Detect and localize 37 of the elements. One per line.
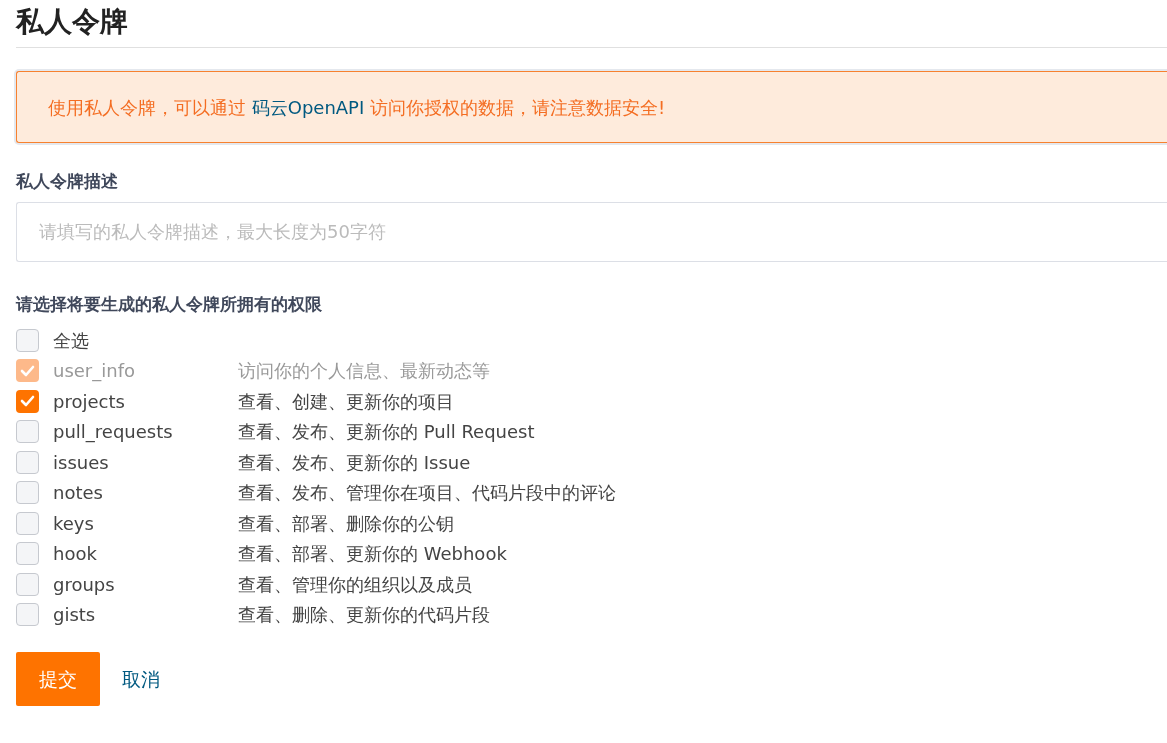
permission-description: 查看、创建、更新你的项目 bbox=[238, 389, 454, 414]
permission-description: 查看、发布、更新你的 Issue bbox=[238, 450, 471, 475]
checkbox[interactable] bbox=[16, 389, 39, 413]
permission-description: 查看、部署、更新你的 Webhook bbox=[238, 542, 507, 567]
checkbox[interactable] bbox=[16, 420, 39, 444]
permission-description: 访问你的个人信息、最新动态等 bbox=[238, 359, 490, 384]
checkbox[interactable] bbox=[16, 450, 39, 474]
permission-name: projects bbox=[53, 389, 126, 414]
notice-text: 使用私人令牌，可以通过 码云OpenAPI 访问你授权的数据，请注意数据安全! bbox=[48, 95, 666, 120]
permission-description: 查看、管理你的组织以及成员 bbox=[238, 572, 472, 597]
permission-name: keys bbox=[53, 511, 95, 536]
checkbox[interactable] bbox=[16, 572, 39, 596]
permission-description: 查看、发布、更新你的 Pull Request bbox=[238, 420, 535, 445]
cancel-link[interactable]: 取消 bbox=[122, 664, 160, 694]
permission-name: hook bbox=[53, 542, 98, 567]
permission-name: groups bbox=[53, 572, 116, 597]
permission-description: 查看、删除、更新你的代码片段 bbox=[238, 603, 490, 628]
openapi-link[interactable]: 码云OpenAPI bbox=[251, 96, 365, 118]
permission-name: issues bbox=[53, 450, 110, 475]
permission-description: 查看、部署、删除你的公钥 bbox=[238, 511, 454, 536]
permission-name: user_info bbox=[53, 359, 137, 384]
permission-name: gists bbox=[53, 603, 97, 628]
checkbox[interactable] bbox=[16, 603, 39, 627]
permission-description: 查看、发布、管理你在项目、代码片段中的评论 bbox=[238, 481, 616, 506]
checkbox[interactable] bbox=[16, 481, 39, 505]
checkbox[interactable] bbox=[16, 542, 39, 566]
checkbox[interactable] bbox=[16, 511, 39, 535]
permission-name: pull_requests bbox=[53, 420, 174, 445]
checkbox[interactable] bbox=[16, 328, 39, 352]
check-icon bbox=[20, 395, 35, 408]
field-label: 私人令牌描述 bbox=[16, 170, 119, 193]
page-title: 私人令牌 bbox=[16, 4, 129, 40]
description-field[interactable]: 请填写的私人令牌描述，最大长度为50字符 bbox=[16, 201, 1167, 262]
check-icon bbox=[20, 364, 35, 377]
permissions-label: 请选择将要生成的私人令牌所拥有的权限 bbox=[16, 292, 323, 316]
permission-name: notes bbox=[53, 481, 104, 506]
permission-name: 全选 bbox=[53, 328, 90, 353]
